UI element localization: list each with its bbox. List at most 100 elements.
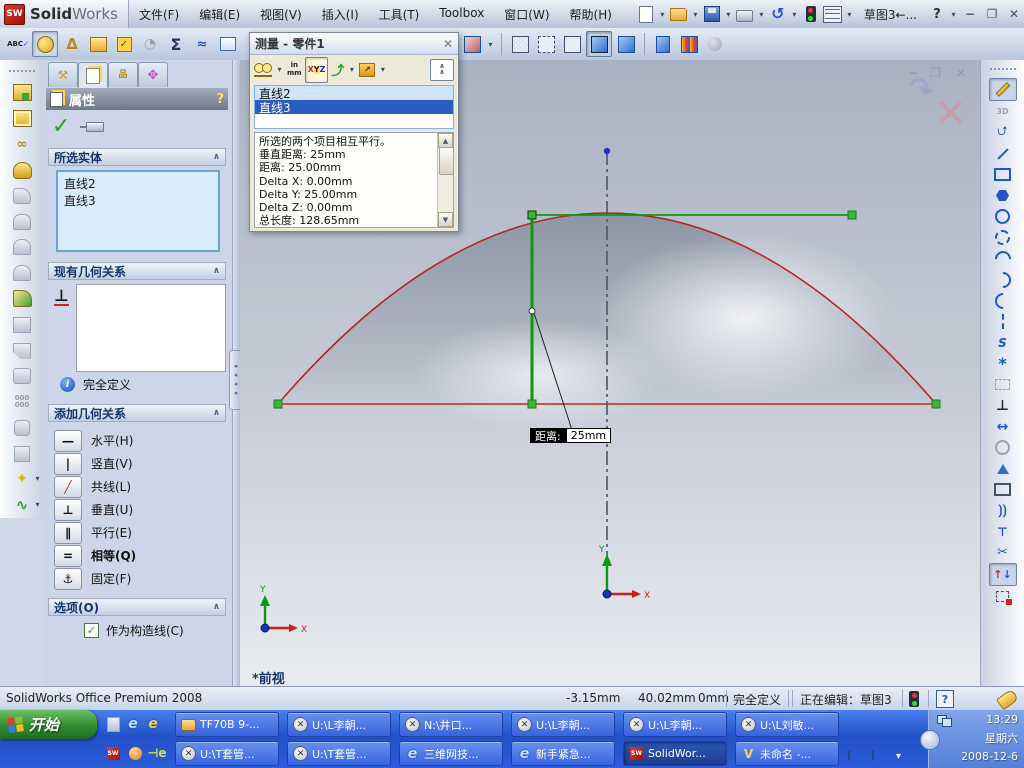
collinear-relation-button[interactable]: ╱	[54, 475, 82, 498]
parallel-relation-label[interactable]: 平行(E)	[91, 524, 132, 541]
horizontal-relation-button[interactable]: —	[54, 429, 82, 452]
menu-toolbox[interactable]: Toolbox	[429, 2, 494, 27]
measure-dialog[interactable]: 测量 - 零件1 ✕ ▾ in mm XYZ ⤴ ▾ ↗ ▾ ∧ ∧ 直线2 直线3 所…	[249, 32, 459, 232]
horizontal-relation-label[interactable]: 水平(H)	[91, 432, 133, 449]
sketch-origin-point[interactable]	[602, 589, 612, 599]
measure-dialog-titlebar[interactable]: 测量 - 零件1 ✕	[250, 33, 458, 55]
construction-line-checkbox[interactable]: ✓	[84, 623, 99, 638]
endpoint-handle[interactable]	[527, 210, 537, 220]
panel-help-icon[interactable]: ?	[216, 92, 224, 107]
measure-button[interactable]	[32, 31, 58, 57]
centerline-endpoint[interactable]	[603, 147, 611, 155]
centerline-tool-button[interactable]	[990, 311, 1016, 332]
clock-day[interactable]: 星期六	[985, 730, 1018, 746]
lofted-boss-button[interactable]	[10, 158, 34, 182]
selected-entity-item[interactable]: 直线3	[64, 192, 212, 209]
measured-item-selected[interactable]: 直线3	[255, 100, 453, 115]
units-button[interactable]: in mm	[287, 59, 302, 81]
add-relations-header[interactable]: 添加几何关系 ∧	[48, 404, 226, 422]
taskbar-button-active[interactable]: SW SolidWor...	[623, 741, 727, 766]
fillet-button[interactable]	[10, 287, 34, 311]
endpoint-handle[interactable]	[931, 399, 941, 409]
smart-dimension-button[interactable]: ↔	[990, 416, 1016, 437]
equations-button[interactable]: Σ	[164, 32, 188, 56]
coordinate-system-dropdown[interactable]: ▾	[347, 65, 356, 74]
check-entity-button[interactable]: ✓	[112, 32, 136, 56]
spell-check-button[interactable]: ABC✓	[6, 32, 30, 56]
hidden-lines-removed-button[interactable]	[560, 32, 584, 56]
quicklaunch-messenger[interactable]	[104, 715, 122, 733]
quick-tips-icon[interactable]: ?	[936, 690, 954, 708]
taskbar-button[interactable]: ✕ U:\L刘敏...	[735, 712, 839, 737]
options-header[interactable]: 选项(O) ∧	[48, 598, 226, 616]
curvature-button[interactable]	[677, 32, 701, 56]
perimeter-circle-button[interactable]	[990, 227, 1016, 248]
sketch-button[interactable]	[988, 78, 1017, 101]
section-properties-button[interactable]	[86, 32, 110, 56]
active-sketch-indicator[interactable]: 草图3←...	[856, 6, 925, 23]
equal-relation-button[interactable]: =	[54, 544, 82, 567]
construction-line-label[interactable]: 作为构造线(C)	[106, 622, 184, 639]
taskbar-button[interactable]: ✕ N:\井口...	[399, 712, 503, 737]
collinear-relation-label[interactable]: 共线(L)	[91, 478, 131, 495]
vertical-relation-label[interactable]: 竖直(V)	[91, 455, 133, 472]
endpoint-handle[interactable]	[273, 399, 283, 409]
clock-date[interactable]: 2008-12-6	[961, 750, 1018, 763]
tags-icon[interactable]	[995, 688, 1020, 711]
circle-tool-button[interactable]	[990, 206, 1016, 227]
revolved-boss-button[interactable]	[10, 107, 34, 131]
new-document-button[interactable]	[636, 4, 656, 24]
modify-sketch-button[interactable]: ⮍	[990, 122, 1016, 143]
help-button[interactable]: ?	[927, 4, 947, 24]
tab-feature-manager[interactable]: ⚒	[48, 62, 78, 87]
selected-entities-header[interactable]: 所选实体 ∧	[48, 148, 226, 166]
menu-window[interactable]: 窗口(W)	[494, 2, 559, 27]
measured-items-list[interactable]: 直线2 直线3	[254, 85, 454, 129]
options-dropdown[interactable]: ▾	[845, 10, 854, 19]
wireframe-button[interactable]	[508, 32, 532, 56]
existing-relations-header[interactable]: 现有几何关系 ∧	[48, 262, 226, 280]
taskbar-button[interactable]: V 未命名 -...	[735, 741, 839, 766]
menu-help[interactable]: 帮助(H)	[560, 2, 622, 27]
scroll-up-icon[interactable]: ▲	[438, 133, 453, 148]
midpoint-handle[interactable]	[528, 307, 536, 315]
measure-close-icon[interactable]: ✕	[443, 37, 453, 51]
menu-view[interactable]: 视图(V)	[250, 2, 312, 27]
export-measure-button[interactable]: ↗	[359, 59, 376, 81]
undo-dropdown[interactable]: ▾	[790, 10, 799, 19]
save-button[interactable]	[702, 4, 722, 24]
rectangle-tool-button[interactable]	[990, 164, 1016, 185]
selected-entities-list[interactable]: 直线2 直线3	[56, 170, 220, 252]
rebuild-button[interactable]	[801, 4, 821, 24]
selected-entity-item[interactable]: 直线2	[64, 175, 212, 192]
ok-button[interactable]: ✓	[52, 116, 70, 138]
hidden-lines-visible-button[interactable]	[534, 32, 558, 56]
polygon-tool-button[interactable]	[990, 185, 1016, 206]
menu-edit[interactable]: 编辑(E)	[189, 2, 250, 27]
restore-button[interactable]: ❐	[982, 5, 1002, 23]
arc-measure-button[interactable]	[254, 59, 272, 81]
performance-button[interactable]: ◔	[138, 32, 162, 56]
swept-boss-button[interactable]: ∞	[10, 133, 34, 157]
new-dropdown[interactable]: ▾	[658, 10, 667, 19]
extend-entities-button[interactable]: ✂	[990, 542, 1016, 563]
scroll-thumb[interactable]	[439, 147, 454, 175]
minimize-button[interactable]: −	[960, 5, 980, 23]
input-method-tray-icon[interactable]	[872, 748, 874, 761]
section-view-button[interactable]	[651, 32, 675, 56]
taskbar-button[interactable]: ✕ U:\T套管...	[287, 741, 391, 766]
view-orientation-dropdown[interactable]: ▾	[486, 40, 495, 49]
vertical-relation-button[interactable]: |	[54, 452, 82, 475]
shaded-with-edges-button[interactable]	[586, 31, 612, 57]
close-button[interactable]: ✕	[1004, 5, 1024, 23]
instant3d-dropdown[interactable]: ▾	[33, 500, 42, 509]
tangent-arc-button[interactable]	[990, 268, 1016, 291]
taskbar-button[interactable]: e 三维网技...	[399, 741, 503, 766]
quicklaunch-edrawings[interactable]: ⊣e	[147, 744, 166, 762]
menu-insert[interactable]: 插入(I)	[312, 2, 369, 27]
keyboard-tray-icon[interactable]	[848, 749, 850, 762]
mass-properties-button[interactable]: Δ	[60, 32, 84, 56]
xyz-measure-button[interactable]: XYZ	[304, 56, 329, 83]
shaded-button[interactable]	[614, 32, 638, 56]
arc-measure-dropdown[interactable]: ▾	[275, 65, 284, 74]
